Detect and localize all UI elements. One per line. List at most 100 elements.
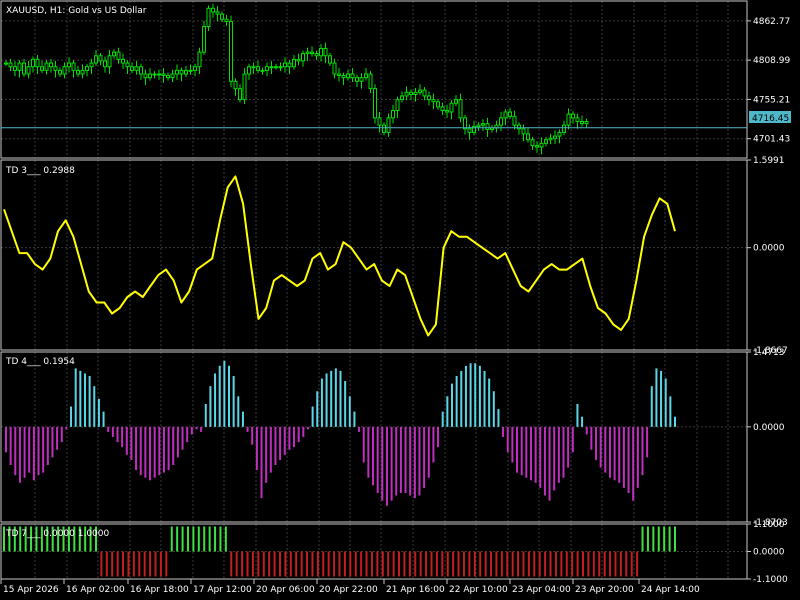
candle-body [184,69,188,75]
candle-body [107,55,112,68]
candle-body [206,7,211,28]
candle-body [175,69,179,75]
candle-body [526,133,530,141]
candle-body [103,60,107,68]
candle-body [544,139,548,144]
chart-background [0,0,800,600]
x-tick-label: 16 Apr 18:00 [130,585,189,595]
x-tick-label: 21 Apr 16:00 [386,585,445,595]
candle-body [359,77,364,82]
candle-body [112,51,116,57]
candle-body [224,18,229,22]
candle-body [580,120,584,125]
candle-body [26,66,31,75]
x-tick-label: 17 Apr 12:00 [193,585,252,595]
candle-body [283,62,287,68]
candle-body [490,127,494,131]
candle-body [148,73,152,79]
candle-body [328,55,332,64]
candle-body [179,69,184,75]
candle-body [463,117,467,130]
candle-body [274,66,278,69]
x-tick-label: 20 Apr 22:00 [319,585,378,595]
candle-body [13,66,17,71]
candle-body [508,111,512,117]
candle-body [98,55,103,62]
candle-body [449,102,454,113]
candle-body [395,99,400,112]
candle-body [584,120,589,125]
y-tick-label: 0.0000 [753,548,785,558]
td7-label: TD 7___ 0.0000 1.0000 [5,529,110,539]
candle-body [377,117,382,126]
candle-body [557,131,562,137]
candle-body [400,95,404,101]
current-price-value: 4716.45 [752,114,789,124]
candle-body [251,66,256,69]
candle-body [76,69,80,75]
x-tick-label: 22 Apr 10:00 [449,585,508,595]
candle-body [476,124,481,128]
y-tick-label: 1.4713 [753,348,785,358]
candle-body [305,51,310,55]
candle-body [161,73,166,76]
candle-body [269,66,274,69]
candle-body [503,111,508,119]
candle-body [53,66,58,71]
candle-body [188,69,193,72]
y-tick-label: 4701.43 [753,135,790,145]
candle-body [337,73,341,76]
candle-body [499,117,503,126]
candle-body [35,58,40,68]
candle-body [323,47,328,57]
candle-body [454,99,458,104]
td4-label: TD 4___ 0.1954 [5,357,75,367]
candle-body [521,128,526,135]
candle-body [413,91,418,95]
candle-body [539,142,544,148]
candle-body [566,113,571,126]
candle-body [256,66,260,71]
candle-body [85,66,89,71]
chart-title: XAUUSD, H1: Gold vs US Dollar [6,6,147,16]
candle-body [418,89,422,93]
candle-body [40,66,44,71]
candle-body [197,51,202,68]
candle-body [409,91,413,95]
candle-body [233,80,238,90]
x-tick-label: 20 Apr 06:00 [256,585,315,595]
candle-body [445,110,449,113]
candle-body [562,124,566,133]
candle-body [157,73,161,76]
candle-body [485,123,490,131]
candle-body [22,62,26,75]
y-tick-label: 4862.77 [753,17,790,27]
candle-body [440,106,445,112]
candle-body [265,66,269,71]
trading-chart[interactable]: 4862.77 4808.99 4755.21 4701.43 1.5991 0.0000… [0,0,800,600]
candle-body [242,73,247,101]
td3-label: TD 3___ 0.2988 [5,166,75,176]
x-tick-label: 24 Apr 14:00 [641,585,700,595]
candle-body [17,62,22,71]
candle-body [238,88,242,101]
candle-body [202,26,206,53]
candle-body [211,7,215,13]
candle-body [139,66,143,75]
candle-body [553,135,557,139]
candle-body [287,62,292,68]
candle-body [215,11,220,15]
y-tick-label: 0.0000 [753,423,785,433]
y-tick-label: -1.1000 [753,575,788,585]
candle-body [404,91,409,97]
candle-body [130,66,134,71]
y-tick-label: 4808.99 [753,56,790,66]
candle-body [427,95,431,101]
x-tick-label: 23 Apr 04:00 [512,585,571,595]
candle-body [80,69,85,75]
candle-body [220,13,224,20]
candle-body [571,113,575,119]
candle-body [134,66,139,71]
candle-body [278,66,283,69]
candle-body [368,73,373,90]
